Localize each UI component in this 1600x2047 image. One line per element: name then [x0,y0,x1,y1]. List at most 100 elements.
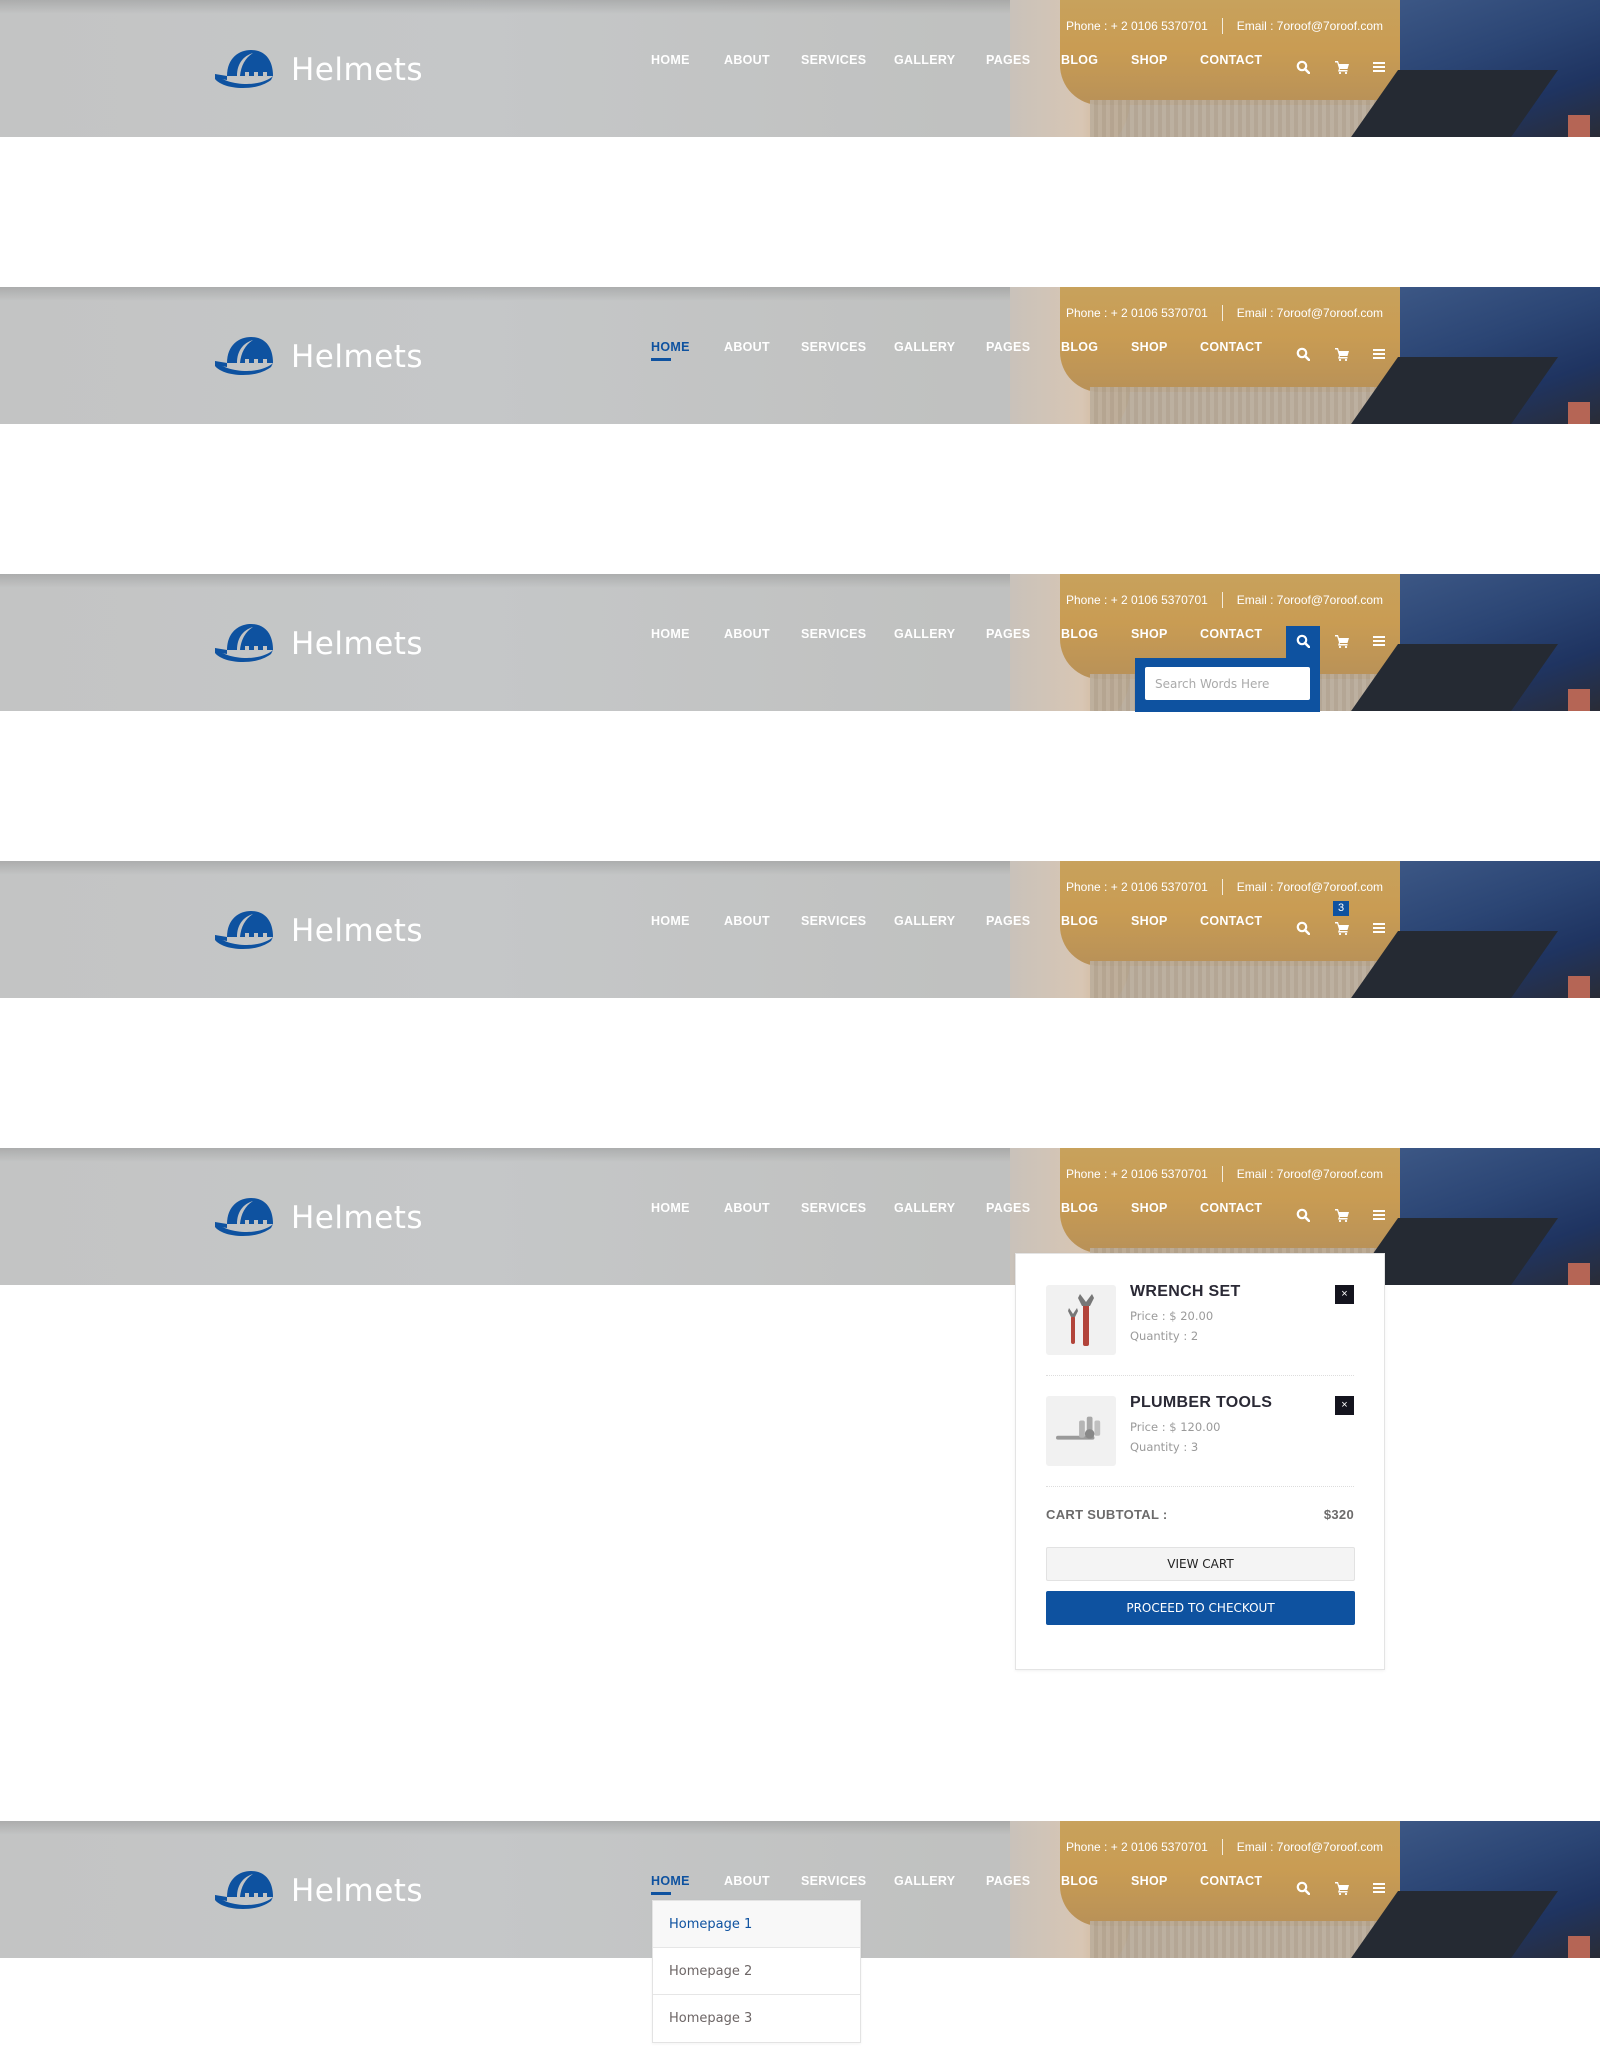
view-cart-button[interactable]: VIEW CART [1046,1547,1355,1581]
remove-item-button[interactable]: × [1335,1285,1354,1304]
logo[interactable]: Helmets [213,907,423,954]
nav-shop[interactable]: SHOP [1131,1201,1168,1215]
menu-button[interactable] [1362,913,1396,947]
cart-button[interactable] [1325,1873,1359,1907]
nav-shop[interactable]: SHOP [1131,340,1168,354]
hamburger-menu-icon [1372,60,1386,79]
search-input[interactable] [1145,667,1310,700]
nav-shop[interactable]: SHOP [1131,53,1168,67]
nav-about[interactable]: ABOUT [724,914,770,928]
nav-shop[interactable]: SHOP [1131,627,1168,641]
submenu-item-homepage-3[interactable]: Homepage 3 [653,1995,860,2042]
logo[interactable]: Helmets [213,333,423,380]
cart-item-name[interactable]: WRENCH SET [1130,1283,1241,1301]
search-button[interactable] [1286,339,1320,373]
cart-item-name[interactable]: PLUMBER TOOLS [1130,1394,1272,1412]
nav-services[interactable]: SERVICES [801,1201,866,1215]
remove-item-button[interactable]: × [1335,1396,1354,1415]
site-header-default: Helmets Phone : + 2 0106 5370701 Email :… [0,0,1600,137]
site-header-cart-badge: Helmets Phone : + 2 0106 5370701 Email :… [0,861,1600,998]
menu-button[interactable] [1362,626,1396,660]
menu-button[interactable] [1362,1873,1396,1907]
submenu-item-homepage-2[interactable]: Homepage 2 [653,1948,860,1995]
logo[interactable]: Helmets [213,620,423,667]
nav-home[interactable]: HOME [651,914,690,928]
logo[interactable]: Helmets [213,1867,423,1914]
search-button[interactable] [1286,1873,1320,1907]
nav-gallery[interactable]: GALLERY [894,53,955,67]
logo[interactable]: Helmets [213,1194,423,1241]
menu-button[interactable] [1362,52,1396,86]
search-button[interactable] [1286,626,1320,660]
search-icon [1296,60,1311,79]
cart-button[interactable] [1325,626,1359,660]
nav-blog[interactable]: BLOG [1061,1874,1098,1888]
nav-home[interactable]: HOME [651,53,690,67]
search-button[interactable] [1286,52,1320,86]
menu-button[interactable] [1362,339,1396,373]
nav-about[interactable]: ABOUT [724,340,770,354]
top-contact-info: Phone : + 2 0106 5370701 Email : 7oroof@… [1066,305,1383,321]
nav-contact[interactable]: CONTACT [1200,914,1262,928]
logo[interactable]: Helmets [213,46,423,93]
email-text[interactable]: Email : 7oroof@7oroof.com [1237,880,1383,894]
nav-about[interactable]: ABOUT [724,53,770,67]
nav-about[interactable]: ABOUT [724,1201,770,1215]
nav-shop[interactable]: SHOP [1131,1874,1168,1888]
nav-blog[interactable]: BLOG [1061,914,1098,928]
close-icon: × [1341,1399,1348,1411]
nav-contact[interactable]: CONTACT [1200,340,1262,354]
email-text[interactable]: Email : 7oroof@7oroof.com [1237,19,1383,33]
email-text[interactable]: Email : 7oroof@7oroof.com [1237,306,1383,320]
nav-gallery[interactable]: GALLERY [894,1874,955,1888]
search-popup [1135,658,1320,712]
nav-home[interactable]: HOME [651,627,690,641]
plumber-tools-image[interactable] [1046,1396,1116,1466]
nav-about[interactable]: ABOUT [724,627,770,641]
nav-pages[interactable]: PAGES [986,1201,1030,1215]
nav-blog[interactable]: BLOG [1061,53,1098,67]
helmet-logo-icon [213,1194,275,1241]
cart-button[interactable] [1325,339,1359,373]
search-button[interactable] [1286,913,1320,947]
nav-home[interactable]: HOME [651,1874,690,1895]
nav-services[interactable]: SERVICES [801,340,866,354]
nav-home[interactable]: HOME [651,340,690,361]
phone-text: Phone : + 2 0106 5370701 [1066,19,1208,33]
nav-services[interactable]: SERVICES [801,1874,866,1888]
email-text[interactable]: Email : 7oroof@7oroof.com [1237,1840,1383,1854]
email-text[interactable]: Email : 7oroof@7oroof.com [1237,1167,1383,1181]
nav-pages[interactable]: PAGES [986,53,1030,67]
nav-home[interactable]: HOME [651,1201,690,1215]
nav-contact[interactable]: CONTACT [1200,1874,1262,1888]
email-text[interactable]: Email : 7oroof@7oroof.com [1237,593,1383,607]
nav-about[interactable]: ABOUT [724,1874,770,1888]
nav-services[interactable]: SERVICES [801,914,866,928]
nav-gallery[interactable]: GALLERY [894,1201,955,1215]
search-button[interactable] [1286,1200,1320,1234]
nav-contact[interactable]: CONTACT [1200,627,1262,641]
nav-services[interactable]: SERVICES [801,53,866,67]
nav-pages[interactable]: PAGES [986,914,1030,928]
cart-button[interactable] [1325,52,1359,86]
nav-services[interactable]: SERVICES [801,627,866,641]
nav-contact[interactable]: CONTACT [1200,53,1262,67]
submenu-item-homepage-1[interactable]: Homepage 1 [653,1901,860,1948]
nav-pages[interactable]: PAGES [986,627,1030,641]
nav-blog[interactable]: BLOG [1061,340,1098,354]
cart-subtotal: CART SUBTOTAL : $320 [1046,1507,1354,1522]
cart-button[interactable] [1325,913,1359,947]
wrench-set-image[interactable] [1046,1285,1116,1355]
checkout-button[interactable]: PROCEED TO CHECKOUT [1046,1591,1355,1625]
nav-gallery[interactable]: GALLERY [894,340,955,354]
nav-shop[interactable]: SHOP [1131,914,1168,928]
nav-pages[interactable]: PAGES [986,1874,1030,1888]
nav-gallery[interactable]: GALLERY [894,627,955,641]
nav-pages[interactable]: PAGES [986,340,1030,354]
nav-blog[interactable]: BLOG [1061,627,1098,641]
menu-button[interactable] [1362,1200,1396,1234]
nav-gallery[interactable]: GALLERY [894,914,955,928]
nav-contact[interactable]: CONTACT [1200,1201,1262,1215]
nav-blog[interactable]: BLOG [1061,1201,1098,1215]
cart-button[interactable] [1325,1200,1359,1234]
